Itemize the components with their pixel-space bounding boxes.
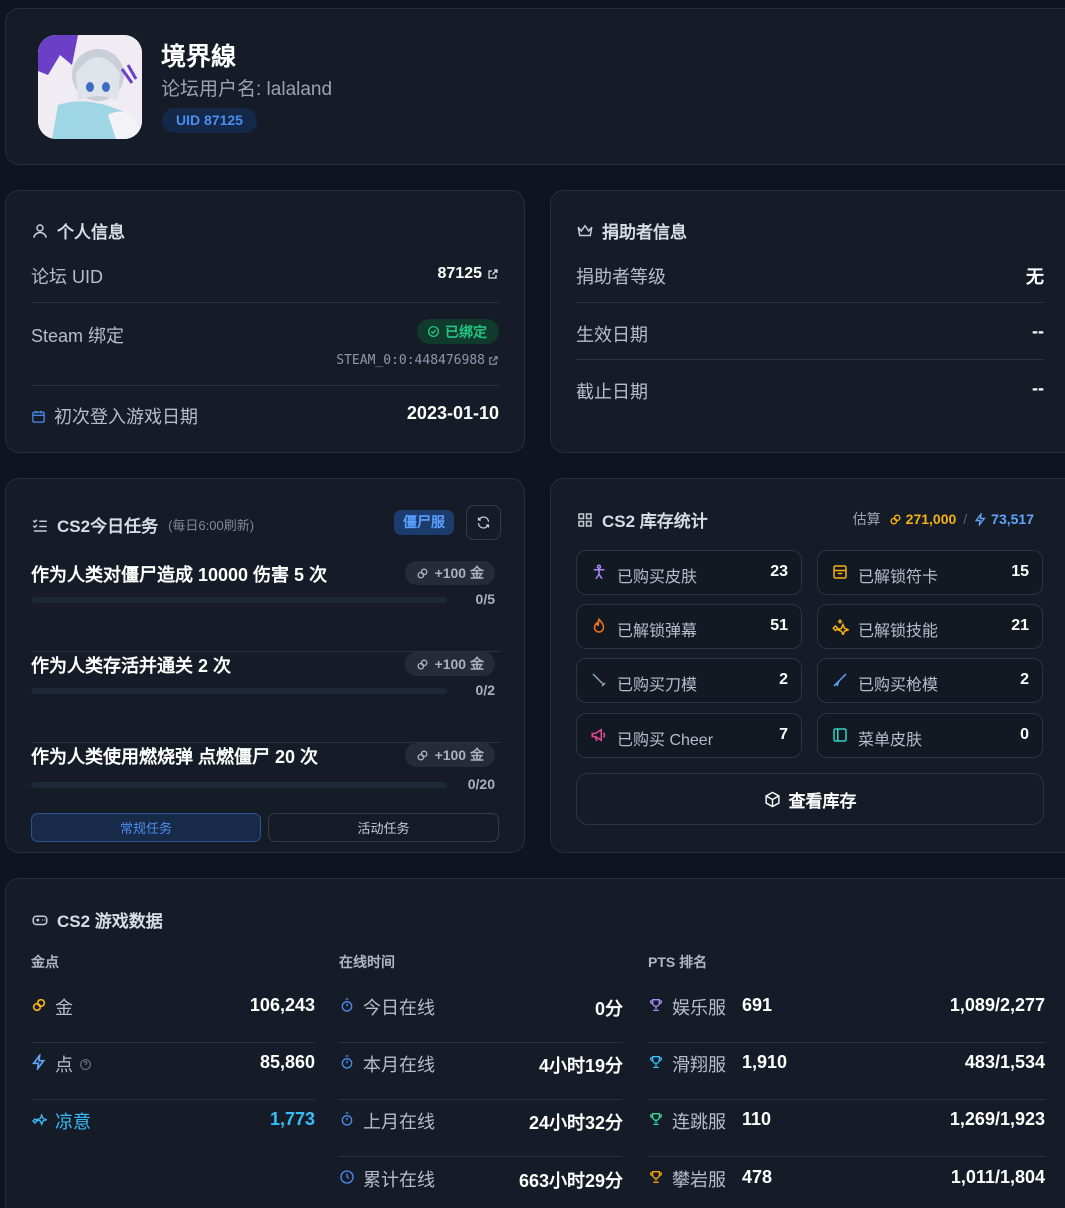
profile-name: 境界線 bbox=[161, 43, 237, 71]
stopwatch-icon bbox=[341, 998, 353, 1012]
online-today-row: 今日在线 0分 bbox=[339, 986, 623, 1043]
online-month-row: 本月在线 4小时19分 bbox=[339, 1043, 623, 1100]
task-progress-bar bbox=[31, 597, 447, 603]
gun-icon bbox=[833, 673, 847, 687]
task-item: 作为人类对僵尸造成 10000 伤害 5 次 +100 金 0/5 bbox=[31, 561, 500, 652]
personal-info-card: 个人信息 论坛 UID 87125 Steam 绑定 已绑定 STEAM_0:0… bbox=[5, 190, 525, 453]
first-login-date: 2023-01-10 bbox=[406, 403, 499, 423]
crown-icon bbox=[577, 223, 593, 236]
stopwatch-icon bbox=[341, 1055, 353, 1069]
knife-icon bbox=[592, 673, 606, 687]
trophy-icon bbox=[649, 999, 663, 1011]
game-data-title: CS2 游戏数据 bbox=[31, 907, 163, 932]
grid-icon bbox=[578, 512, 592, 527]
inventory-item-skills[interactable]: 已解锁技能 21 bbox=[817, 604, 1043, 649]
task-progress-bar bbox=[31, 782, 447, 788]
inventory-item-skins[interactable]: 已购买皮肤 23 bbox=[576, 550, 802, 595]
reward-badge: +100 金 bbox=[404, 652, 495, 676]
forum-uid-link[interactable]: 87125 bbox=[438, 265, 500, 283]
server-badge: 僵尸服 bbox=[394, 510, 454, 535]
calendar-icon bbox=[32, 410, 45, 423]
donor-info-card: 捐助者信息 捐助者等级 无 生效日期 -- 截止日期 -- bbox=[550, 190, 1065, 453]
first-login-row: 初次登入游戏日期 2023-01-10 bbox=[31, 403, 499, 433]
external-link-icon bbox=[488, 269, 498, 279]
view-inventory-button[interactable]: 查看库存 bbox=[576, 773, 1044, 825]
donor-end-row: 截止日期 -- bbox=[576, 378, 1044, 402]
steam-id-link[interactable]: STEAM_0:0:448476988 bbox=[336, 353, 499, 368]
sparkle-icon bbox=[832, 619, 849, 635]
rank-climb-row: 攀岩服 478 1,011/1,804 bbox=[648, 1158, 1045, 1208]
daily-tasks-card: CS2今日任务 (每日6:00刷新) 僵尸服 作为人类对僵尸造成 10000 伤… bbox=[5, 478, 525, 853]
forum-uid-row: 论坛 UID 87125 bbox=[31, 263, 499, 303]
refresh-button[interactable] bbox=[466, 505, 501, 540]
help-circle-icon[interactable] bbox=[79, 1058, 92, 1071]
rank-heading: PTS 排名 bbox=[648, 954, 708, 970]
currency-points-row: 点 85,860 bbox=[31, 1043, 315, 1100]
panel-icon bbox=[833, 728, 847, 742]
stopwatch-icon bbox=[341, 1112, 353, 1126]
trophy-icon bbox=[649, 1056, 663, 1068]
coin-link-icon bbox=[417, 658, 428, 670]
game-data-card: CS2 游戏数据 金点 在线时间 PTS 排名 金 106,243 点 85,8… bbox=[5, 878, 1065, 1208]
inventory-item-knives[interactable]: 已购买刀模 2 bbox=[576, 658, 802, 703]
donor-info-title: 捐助者信息 bbox=[576, 218, 687, 243]
daily-tasks-title: CS2今日任务 (每日6:00刷新) bbox=[31, 512, 254, 537]
gamepad-icon bbox=[32, 915, 48, 925]
inventory-card: CS2 库存统计 估算 271,000 / 73,517 已购买皮肤 23 已解锁… bbox=[550, 478, 1065, 853]
megaphone-icon bbox=[591, 728, 606, 742]
package-icon bbox=[764, 791, 780, 807]
check-circle-icon bbox=[427, 325, 440, 338]
user-icon bbox=[33, 223, 47, 238]
uid-badge: UID 87125 bbox=[162, 108, 257, 133]
steam-row: Steam 绑定 已绑定 STEAM_0:0:448476988 bbox=[31, 319, 499, 386]
lightning-icon bbox=[974, 512, 986, 526]
trophy-icon bbox=[649, 1171, 663, 1183]
clock-icon bbox=[340, 1170, 354, 1184]
avatar bbox=[38, 35, 142, 139]
rank-bhop-row: 连跳服 110 1,269/1,923 bbox=[648, 1100, 1045, 1157]
card-icon bbox=[833, 565, 847, 579]
external-link-icon bbox=[489, 356, 498, 365]
flame-icon bbox=[593, 617, 605, 633]
inventory-item-menu-skins[interactable]: 菜单皮肤 0 bbox=[817, 713, 1043, 758]
donor-level-row: 捐助者等级 无 bbox=[576, 263, 1044, 303]
online-last-month-row: 上月在线 24小时32分 bbox=[339, 1100, 623, 1157]
currency-cool-row: 凉意 1,773 bbox=[31, 1100, 315, 1157]
rank-glide-row: 滑翔服 1,910 483/1,534 bbox=[648, 1043, 1045, 1100]
online-heading: 在线时间 bbox=[339, 954, 395, 970]
inventory-item-barrage[interactable]: 已解锁弹幕 51 bbox=[576, 604, 802, 649]
currency-gold-row: 金 106,243 bbox=[31, 986, 315, 1043]
inventory-item-guns[interactable]: 已购买枪模 2 bbox=[817, 658, 1043, 703]
lightning-icon bbox=[32, 1054, 46, 1070]
trophy-icon bbox=[649, 1113, 663, 1125]
coin-link-icon bbox=[417, 749, 428, 761]
tab-regular-tasks[interactable]: 常规任务 bbox=[31, 813, 261, 842]
inventory-title: CS2 库存统计 bbox=[576, 507, 708, 532]
tab-event-tasks[interactable]: 活动任务 bbox=[268, 813, 499, 842]
profile-card: 境界線 论坛用户名: lalaland UID 87125 bbox=[5, 8, 1065, 165]
reward-badge: +100 金 bbox=[404, 743, 495, 767]
inventory-item-cards[interactable]: 已解锁符卡 15 bbox=[817, 550, 1043, 595]
donor-start-row: 生效日期 -- bbox=[576, 321, 1044, 360]
task-item: 作为人类使用燃烧弹 点燃僵尸 20 次 +100 金 0/20 bbox=[31, 743, 500, 803]
coin-link-icon bbox=[417, 567, 428, 579]
currency-heading: 金点 bbox=[31, 954, 59, 970]
task-progress-bar bbox=[31, 688, 447, 694]
online-total-row: 累计在线 663小时29分 bbox=[339, 1158, 623, 1208]
refresh-icon bbox=[477, 516, 490, 529]
personal-info-title: 个人信息 bbox=[31, 218, 125, 243]
figure-icon bbox=[593, 564, 605, 580]
inventory-item-cheer[interactable]: 已购买 Cheer 7 bbox=[576, 713, 802, 758]
checklist-icon bbox=[32, 518, 47, 532]
estimate-summary: 估算 271,000 / 73,517 bbox=[852, 511, 1034, 527]
task-item: 作为人类存活并通关 2 次 +100 金 0/2 bbox=[31, 652, 500, 743]
reward-badge: +100 金 bbox=[404, 561, 495, 585]
gold-coin-icon bbox=[890, 513, 901, 525]
gold-coin-icon bbox=[32, 998, 46, 1012]
rank-entertainment-row: 娱乐服 691 1,089/2,277 bbox=[648, 986, 1045, 1043]
profile-username: 论坛用户名: lalaland bbox=[161, 79, 333, 100]
steam-bound-badge: 已绑定 bbox=[417, 319, 499, 344]
sparkle-icon bbox=[32, 1113, 47, 1127]
